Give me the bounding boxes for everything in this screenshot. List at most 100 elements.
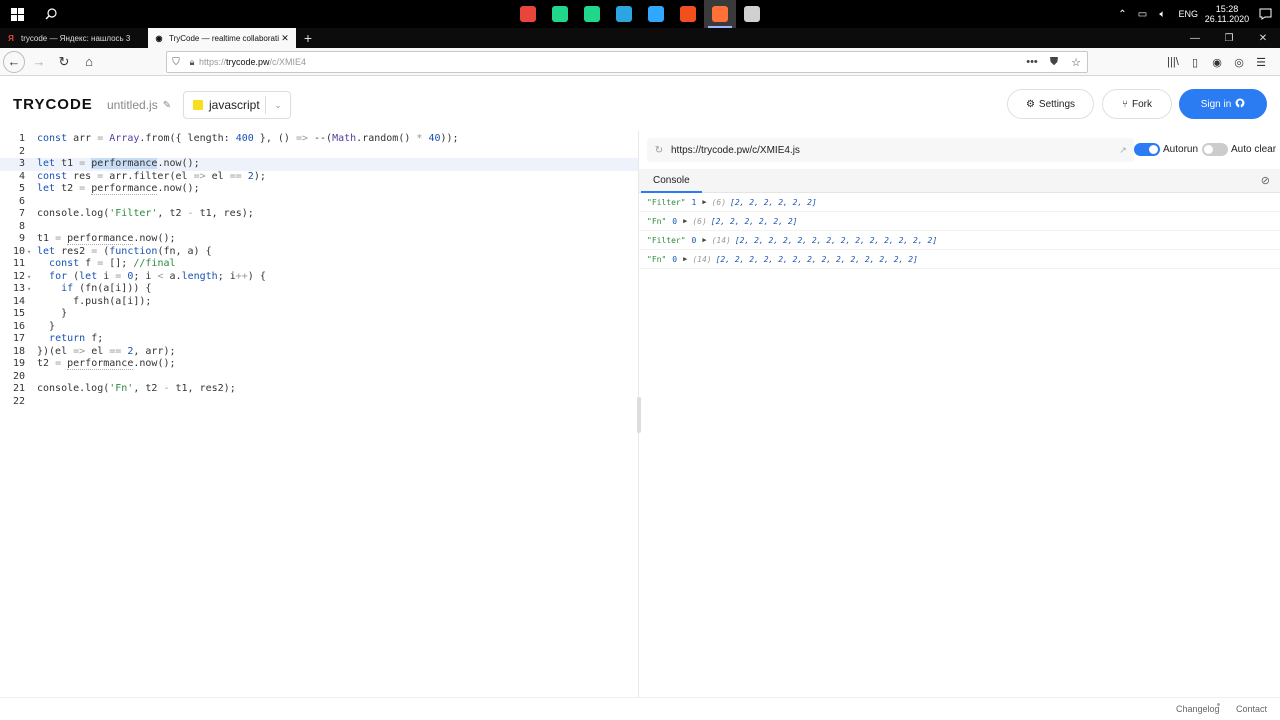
reload-icon[interactable]: ↻ (647, 145, 671, 156)
menu-icon[interactable]: ☰ (1250, 56, 1272, 69)
code-line: 6 (18, 195, 25, 207)
figma-icon[interactable] (672, 0, 704, 28)
address-bar[interactable]: ⛉ 🔒︎ https://trycode.pw/c/XMIE4 ••• ⛊ ☆ (166, 51, 1088, 73)
settings-label: Settings (1038, 98, 1076, 110)
autorun-switch[interactable] (1134, 143, 1160, 156)
lock-icon[interactable]: 🔒︎ (185, 57, 199, 68)
code-line: 13 ▾ if (fn(a[i])) { (12, 283, 152, 294)
url-text[interactable]: https://trycode.pw/c/XMIE4 (199, 57, 1021, 67)
account-icon[interactable]: ◉ (1206, 56, 1228, 69)
library-icon[interactable]: |||\ (1162, 56, 1184, 68)
chevron-down-icon[interactable]: ⌄ (266, 100, 290, 111)
expand-triangle-icon[interactable]: ▶ (702, 236, 706, 244)
browser-tab-trycode[interactable]: ◉ TryCode — realtime collaborati ✕ (148, 28, 296, 48)
back-icon[interactable]: ← (3, 50, 25, 73)
shield-icon[interactable]: ⛉ (167, 57, 185, 68)
console-number: 0 (672, 216, 678, 226)
preview-pane: ↻ https://trycode.pw/c/XMIE4.js ↗ Autoru… (639, 131, 1280, 697)
autoclear-switch[interactable] (1202, 143, 1228, 156)
console-number: 1 (691, 197, 697, 207)
console-array-length: (14) (711, 235, 731, 245)
console-array: [2, 2, 2, 2, 2, 2] (730, 197, 817, 207)
chrome-icon[interactable] (512, 0, 544, 28)
autoclear-label: Auto clear (1231, 144, 1277, 155)
fork-button[interactable]: ⑂ Fork (1102, 89, 1172, 119)
new-tab-icon[interactable]: + (296, 28, 320, 48)
console-entry[interactable]: "Fn" 0 ▶ (14) [2, 2, 2, 2, 2, 2, 2, 2, 2… (639, 250, 1280, 269)
console-label: "Fn" (647, 254, 667, 264)
expand-triangle-icon[interactable]: ▶ (702, 198, 706, 206)
pocket-icon[interactable]: ⛊ (1043, 56, 1065, 69)
language-indicator[interactable]: ENG (1178, 9, 1198, 19)
console-entry[interactable]: "Filter" 1 ▶ (6) [2, 2, 2, 2, 2, 2] (639, 193, 1280, 212)
expand-triangle-icon[interactable]: ▶ (683, 255, 687, 263)
volume-icon[interactable]: 🔈︎ (1154, 6, 1170, 22)
taskbar-apps (512, 0, 768, 28)
extension-icon[interactable]: ◎ (1228, 56, 1250, 69)
url-prefix: https:// (199, 57, 227, 67)
sign-in-button[interactable]: Sign in (1179, 89, 1267, 119)
chevron-up-icon[interactable]: ⌃ (1114, 6, 1130, 22)
browser-tab-yandex[interactable]: Я trycode — Яндекс: нашлось 3 (0, 28, 148, 48)
contact-link[interactable]: Contact (1236, 704, 1267, 714)
console-label: "Filter" (647, 197, 686, 207)
changelog-link[interactable]: Changelog (1176, 704, 1220, 714)
clear-console-icon[interactable]: ⊘ (1261, 174, 1270, 187)
remote-desktop-icon[interactable] (736, 0, 768, 28)
autorun-toggle[interactable]: Autorun (1134, 143, 1198, 156)
telegram-icon[interactable] (608, 0, 640, 28)
preview-url-bar[interactable]: ↻ https://trycode.pw/c/XMIE4.js ↗ (647, 138, 1134, 162)
code-line: 22 (12, 395, 25, 407)
pycharm-icon[interactable] (576, 0, 608, 28)
close-window-icon[interactable]: ✕ (1246, 28, 1280, 48)
console-label: "Filter" (647, 235, 686, 245)
notification-icon[interactable] (1250, 8, 1280, 20)
sidebar-icon[interactable]: ▯ (1184, 56, 1206, 69)
url-actions: ••• ⛊ ☆ (1021, 56, 1087, 69)
network-icon[interactable]: ▭ (1134, 6, 1150, 22)
tab-console[interactable]: Console (653, 175, 690, 186)
console-number: 0 (672, 254, 678, 264)
close-tab-icon[interactable]: ✕ (280, 33, 290, 44)
window-controls: — ❐ ✕ (1178, 28, 1280, 48)
external-link-icon[interactable]: ↗ (1112, 145, 1134, 156)
preview-url[interactable]: https://trycode.pw/c/XMIE4.js (671, 145, 1112, 156)
trycode-logo[interactable]: TRYCODE (13, 96, 93, 113)
autoclear-toggle[interactable]: Auto clear (1202, 143, 1276, 156)
search-icon[interactable] (34, 0, 68, 28)
windows-start-icon[interactable] (0, 0, 34, 28)
code-line: 19 t2 = performance.now(); (12, 358, 176, 370)
console-label: "Fn" (647, 216, 667, 226)
forward-icon[interactable]: → (28, 51, 50, 73)
clock-time: 15:28 (1215, 4, 1239, 14)
webstorm-icon[interactable] (544, 0, 576, 28)
page-actions-icon[interactable]: ••• (1021, 56, 1043, 68)
language-label: javascript (209, 98, 260, 112)
console-output: "Filter" 1 ▶ (6) [2, 2, 2, 2, 2, 2] "Fn"… (639, 193, 1280, 269)
console-entry[interactable]: "Fn" 0 ▶ (6) [2, 2, 2, 2, 2, 2] (639, 212, 1280, 231)
file-name-text: untitled.js (107, 98, 158, 112)
console-array: [2, 2, 2, 2, 2, 2, 2, 2, 2, 2, 2, 2, 2, … (715, 254, 918, 264)
code-line: 20 (12, 370, 25, 382)
app-glyph (744, 6, 760, 22)
minimize-icon[interactable]: — (1178, 28, 1212, 48)
photoshop-icon[interactable] (640, 0, 672, 28)
clock[interactable]: 15:28 26.11.2020 (1204, 4, 1250, 24)
home-icon[interactable]: ⌂ (78, 51, 100, 73)
file-name[interactable]: untitled.js ✎ (107, 98, 171, 112)
footer: Changelog Contact (0, 697, 1280, 720)
pencil-icon[interactable]: ✎ (163, 100, 171, 111)
reload-icon[interactable]: ↻ (53, 51, 75, 73)
fork-icon: ⑂ (1122, 98, 1128, 110)
console-entry[interactable]: "Filter" 0 ▶ (14) [2, 2, 2, 2, 2, 2, 2, … (639, 231, 1280, 250)
firefox-icon[interactable] (704, 0, 736, 28)
restore-icon[interactable]: ❐ (1212, 28, 1246, 48)
code-line: 1 const arr = Array.from({ length: 400 },… (18, 133, 459, 144)
bookmark-star-icon[interactable]: ☆ (1065, 56, 1087, 69)
code-line: 11 const f = []; //final (12, 258, 176, 269)
code-editor[interactable]: 1 const arr = Array.from({ length: 400 },… (0, 131, 638, 697)
expand-triangle-icon[interactable]: ▶ (683, 217, 687, 225)
language-select[interactable]: javascript ⌄ (183, 91, 291, 119)
code-line: 9 t1 = performance.now(); (18, 233, 176, 245)
settings-button[interactable]: ⚙ Settings (1007, 89, 1094, 119)
